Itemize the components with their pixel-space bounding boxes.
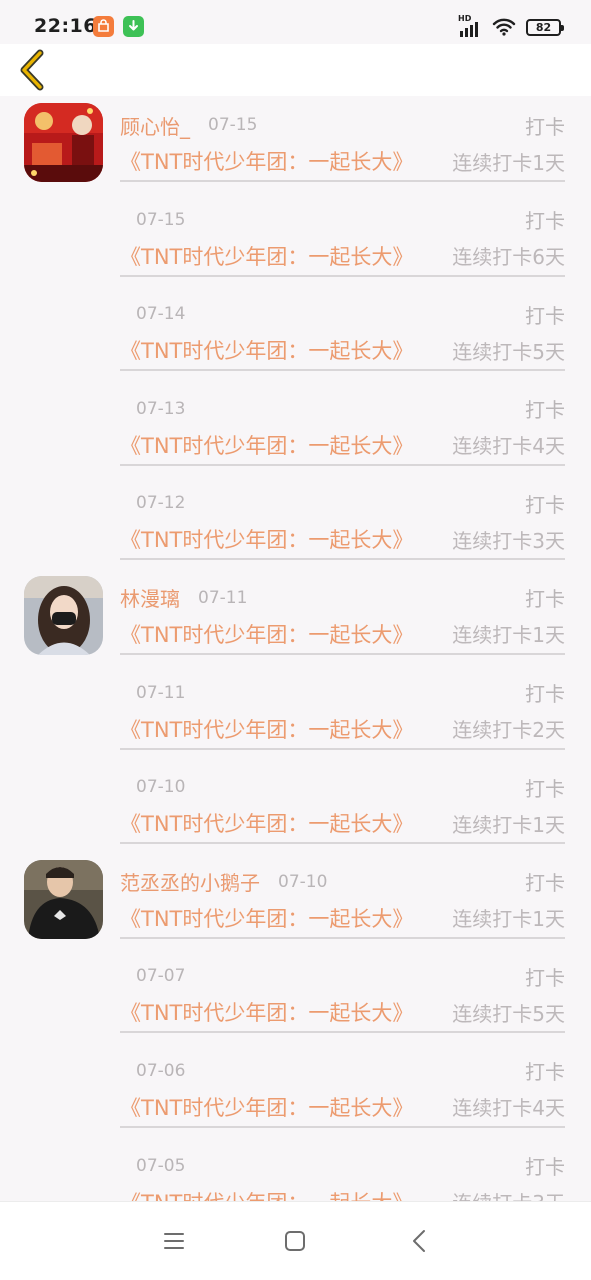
divider bbox=[120, 1031, 565, 1034]
book-title[interactable]: 《TNT时代少年团：一起长大》 bbox=[120, 619, 413, 649]
checkin-action: 打卡 bbox=[525, 871, 565, 896]
divider bbox=[120, 558, 565, 561]
divider bbox=[120, 369, 565, 372]
book-title[interactable]: 《TNT时代少年团：一起长大》 bbox=[120, 241, 413, 271]
checkin-item[interactable]: 07-12 打卡 《TNT时代少年团：一起长大》 连续打卡3天 bbox=[0, 474, 591, 569]
book-title[interactable]: 《TNT时代少年团：一起长大》 bbox=[120, 430, 413, 460]
chevron-left-icon bbox=[20, 49, 44, 91]
streak-count: 连续打卡1天 bbox=[452, 623, 565, 648]
checkin-date: 07-15 bbox=[208, 115, 258, 135]
home-square-icon bbox=[285, 1231, 305, 1251]
checkin-item[interactable]: 范丞丞的小鹅子 07-10 打卡 《TNT时代少年团：一起长大》 连续打卡1天 bbox=[0, 853, 591, 948]
streak-count: 连续打卡1天 bbox=[452, 907, 565, 932]
checkin-date: 07-14 bbox=[136, 304, 186, 325]
book-title[interactable]: 《TNT时代少年团：一起长大》 bbox=[120, 714, 413, 744]
download-icon bbox=[123, 16, 144, 37]
checkin-item[interactable]: 07-07 打卡 《TNT时代少年团：一起长大》 连续打卡5天 bbox=[0, 947, 591, 1042]
checkin-records-screen: 22:16 HD 82 顾心怡_ 07-15 打卡 《TNT时代少年团：一起长大… bbox=[0, 0, 591, 1280]
checkin-list: 顾心怡_ 07-15 打卡 《TNT时代少年团：一起长大》 连续打卡1天 07-… bbox=[0, 96, 591, 1201]
checkin-action: 打卡 bbox=[525, 965, 565, 990]
checkin-date: 07-11 bbox=[198, 587, 248, 608]
checkin-date: 07-10 bbox=[136, 777, 186, 798]
checkin-action: 打卡 bbox=[525, 1155, 565, 1180]
checkin-item[interactable]: 07-14 打卡 《TNT时代少年团：一起长大》 连续打卡5天 bbox=[0, 285, 591, 380]
checkin-item[interactable]: 07-13 打卡 《TNT时代少年团：一起长大》 连续打卡4天 bbox=[0, 380, 591, 475]
checkin-action: 打卡 bbox=[525, 587, 565, 612]
cellular-signal-icon: HD bbox=[458, 14, 484, 38]
checkin-item[interactable]: 07-11 打卡 《TNT时代少年团：一起长大》 连续打卡2天 bbox=[0, 664, 591, 759]
back-button[interactable] bbox=[12, 48, 52, 92]
shopping-app-icon bbox=[93, 16, 114, 37]
checkin-item[interactable]: 顾心怡_ 07-15 打卡 《TNT时代少年团：一起长大》 连续打卡1天 bbox=[0, 96, 591, 191]
checkin-action: 打卡 bbox=[525, 492, 565, 517]
system-navigation-bar bbox=[0, 1201, 591, 1280]
checkin-date: 07-10 bbox=[278, 871, 328, 892]
checkin-date: 07-06 bbox=[136, 1060, 186, 1081]
checkin-action: 打卡 bbox=[525, 1060, 565, 1085]
divider bbox=[120, 652, 565, 655]
system-back-button[interactable] bbox=[406, 1228, 432, 1254]
checkin-date: 07-15 bbox=[136, 209, 186, 230]
streak-count: 连续打卡5天 bbox=[452, 1001, 565, 1026]
streak-count: 连续打卡3天 bbox=[452, 1187, 565, 1201]
checkin-date: 07-05 bbox=[136, 1155, 186, 1176]
checkin-item[interactable]: 07-06 打卡 《TNT时代少年团：一起长大》 连续打卡4天 bbox=[0, 1042, 591, 1137]
checkin-action: 打卡 bbox=[525, 114, 565, 139]
checkin-action: 打卡 bbox=[525, 398, 565, 423]
menu-icon bbox=[164, 1233, 184, 1249]
book-title[interactable]: 《TNT时代少年团：一起长大》 bbox=[120, 524, 413, 554]
book-title[interactable]: 《TNT时代少年团：一起长大》 bbox=[120, 146, 413, 176]
battery-icon: 82 bbox=[526, 18, 564, 36]
checkin-item[interactable]: 07-15 打卡 《TNT时代少年团：一起长大》 连续打卡6天 bbox=[0, 191, 591, 286]
divider bbox=[120, 274, 565, 277]
book-title[interactable]: 《TNT时代少年团：一起长大》 bbox=[120, 903, 413, 933]
avatar[interactable] bbox=[24, 103, 103, 182]
username[interactable]: 范丞丞的小鹅子 bbox=[120, 867, 260, 896]
divider bbox=[120, 747, 565, 750]
checkin-action: 打卡 bbox=[525, 303, 565, 328]
divider bbox=[120, 463, 565, 466]
checkin-item[interactable]: 07-10 打卡 《TNT时代少年团：一起长大》 连续打卡1天 bbox=[0, 758, 591, 853]
checkin-action: 打卡 bbox=[525, 776, 565, 801]
status-time: 22:16 bbox=[34, 15, 97, 37]
username[interactable]: 顾心怡_ bbox=[120, 111, 190, 140]
streak-count: 连续打卡5天 bbox=[452, 339, 565, 364]
back-triangle-icon bbox=[413, 1230, 425, 1252]
divider bbox=[120, 180, 565, 182]
divider bbox=[120, 936, 565, 939]
checkin-item[interactable]: 林漫璃 07-11 打卡 《TNT时代少年团：一起长大》 连续打卡1天 bbox=[0, 569, 591, 664]
divider bbox=[120, 1125, 565, 1128]
streak-count: 连续打卡4天 bbox=[452, 434, 565, 459]
username[interactable]: 林漫璃 bbox=[120, 583, 180, 612]
streak-count: 连续打卡6天 bbox=[452, 245, 565, 270]
checkin-date: 07-07 bbox=[136, 966, 186, 987]
book-title[interactable]: 《TNT时代少年团：一起长大》 bbox=[120, 1092, 413, 1122]
streak-count: 连续打卡1天 bbox=[452, 812, 565, 837]
avatar[interactable] bbox=[24, 859, 103, 939]
book-title[interactable]: 《TNT时代少年团：一起长大》 bbox=[120, 1187, 413, 1201]
status-bar: 22:16 HD 82 bbox=[0, 0, 591, 44]
streak-count: 连续打卡4天 bbox=[452, 1096, 565, 1121]
divider bbox=[120, 842, 565, 845]
streak-count: 连续打卡3天 bbox=[452, 528, 565, 553]
book-title[interactable]: 《TNT时代少年团：一起长大》 bbox=[120, 335, 413, 365]
checkin-date: 07-12 bbox=[136, 493, 186, 514]
wifi-icon bbox=[492, 18, 516, 36]
checkin-action: 打卡 bbox=[525, 682, 565, 707]
header-bar bbox=[0, 44, 591, 96]
checkin-date: 07-13 bbox=[136, 398, 186, 419]
streak-count: 连续打卡2天 bbox=[452, 718, 565, 743]
book-title[interactable]: 《TNT时代少年团：一起长大》 bbox=[120, 997, 413, 1027]
book-title[interactable]: 《TNT时代少年团：一起长大》 bbox=[120, 808, 413, 838]
menu-button[interactable] bbox=[161, 1228, 187, 1254]
avatar[interactable] bbox=[24, 575, 103, 655]
home-button[interactable] bbox=[282, 1228, 308, 1254]
checkin-item[interactable]: 07-05 打卡 《TNT时代少年团：一起长大》 连续打卡3天 bbox=[0, 1137, 591, 1201]
checkin-action: 打卡 bbox=[525, 209, 565, 234]
checkin-date: 07-11 bbox=[136, 682, 186, 703]
streak-count: 连续打卡1天 bbox=[452, 150, 565, 175]
